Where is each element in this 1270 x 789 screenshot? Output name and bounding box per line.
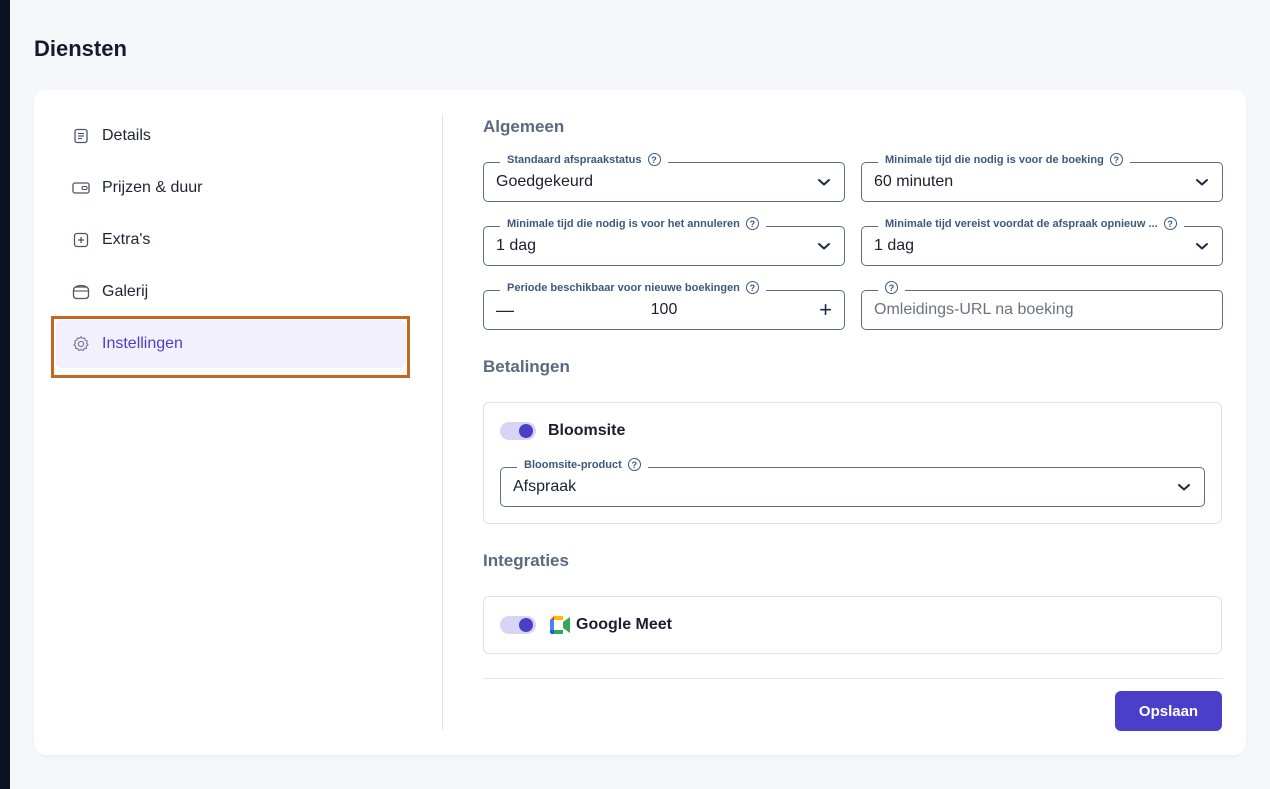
chevron-down-icon	[1178, 484, 1190, 491]
google-meet-toggle[interactable]	[500, 616, 536, 634]
save-button[interactable]: Opslaan	[1115, 691, 1222, 731]
settings-card: Details Prijzen & duur Extra's Galerij I…	[34, 90, 1246, 755]
chevron-down-icon	[1196, 243, 1208, 250]
gallery-icon	[72, 283, 90, 301]
booking-period-value[interactable]: 100	[524, 301, 804, 319]
nav-item-label: Prijzen & duur	[102, 179, 203, 196]
nav-item-details[interactable]: Details	[56, 112, 406, 160]
min-time-booking-select[interactable]: Minimale tijd die nodig is voor de boeki…	[861, 153, 1223, 202]
footer-divider	[483, 678, 1223, 679]
help-icon[interactable]: ?	[885, 281, 898, 294]
payments-box: Bloomsite Bloomsite-product? Afspraak	[483, 402, 1222, 524]
help-icon[interactable]: ?	[745, 281, 759, 294]
bloomsite-label: Bloomsite	[548, 422, 626, 439]
toggle-knob	[519, 618, 533, 632]
nav-item-label: Extra's	[102, 231, 151, 248]
wallet-icon	[72, 179, 90, 197]
page-title: Diensten	[34, 36, 127, 61]
chevron-down-icon	[1196, 179, 1208, 186]
field-label: Bloomsite-product?	[517, 458, 648, 471]
nav-item-label: Instellingen	[102, 335, 183, 352]
help-icon[interactable]: ?	[1109, 153, 1123, 166]
nav-item-label: Galerij	[102, 283, 149, 300]
help-icon[interactable]: ?	[647, 153, 661, 166]
chevron-down-icon	[818, 179, 830, 186]
min-time-cancel-select[interactable]: Minimale tijd die nodig is voor het annu…	[483, 217, 845, 266]
nav-item-extras[interactable]: Extra's	[56, 216, 406, 264]
plus-square-icon	[72, 231, 90, 249]
gear-icon	[72, 335, 90, 353]
help-icon[interactable]: ?	[745, 217, 759, 230]
section-title-general: Algemeen	[483, 117, 565, 136]
bloomsite-toggle[interactable]	[500, 422, 536, 440]
bloomsite-product-select[interactable]: Bloomsite-product? Afspraak	[500, 458, 1205, 507]
settings-nav: Details Prijzen & duur Extra's Galerij I…	[56, 112, 406, 372]
redirect-url-input[interactable]: ? Omleidings-URL na boeking	[861, 281, 1223, 330]
google-meet-label: Google Meet	[576, 616, 673, 633]
nav-item-gallery[interactable]: Galerij	[56, 268, 406, 316]
default-status-select[interactable]: Standaard afspraakstatus? Goedgekeurd	[483, 153, 845, 202]
field-label: Periode beschikbaar voor nieuwe boekinge…	[500, 281, 766, 294]
help-icon[interactable]: ?	[627, 458, 641, 471]
section-title-integrations: Integraties	[483, 551, 569, 570]
vertical-divider	[442, 114, 443, 730]
field-label: Minimale tijd die nodig is voor het annu…	[500, 217, 766, 230]
nav-item-settings[interactable]: Instellingen	[56, 320, 406, 368]
field-label: Standaard afspraakstatus?	[500, 153, 668, 166]
nav-item-label: Details	[102, 127, 151, 144]
help-icon[interactable]: ?	[1163, 217, 1177, 230]
document-icon	[72, 127, 90, 145]
booking-period-stepper[interactable]: Periode beschikbaar voor nieuwe boekinge…	[483, 281, 845, 330]
left-edge-strip	[0, 0, 10, 789]
increment-button[interactable]: +	[804, 297, 832, 323]
field-label: Minimale tijd die nodig is voor de boeki…	[878, 153, 1130, 166]
redirect-url-placeholder: Omleidings-URL na boeking	[874, 301, 1074, 318]
decrement-button[interactable]: —	[496, 300, 524, 321]
min-time-reschedule-select[interactable]: Minimale tijd vereist voordat de afspraa…	[861, 217, 1223, 266]
nav-item-prices[interactable]: Prijzen & duur	[56, 164, 406, 212]
toggle-knob	[519, 424, 533, 438]
chevron-down-icon	[818, 243, 830, 250]
section-title-payments: Betalingen	[483, 357, 570, 376]
field-label: Minimale tijd vereist voordat de afspraa…	[878, 217, 1184, 230]
field-label: ?	[878, 281, 905, 294]
integrations-box: Google Meet	[483, 596, 1222, 654]
google-meet-icon	[550, 616, 570, 634]
